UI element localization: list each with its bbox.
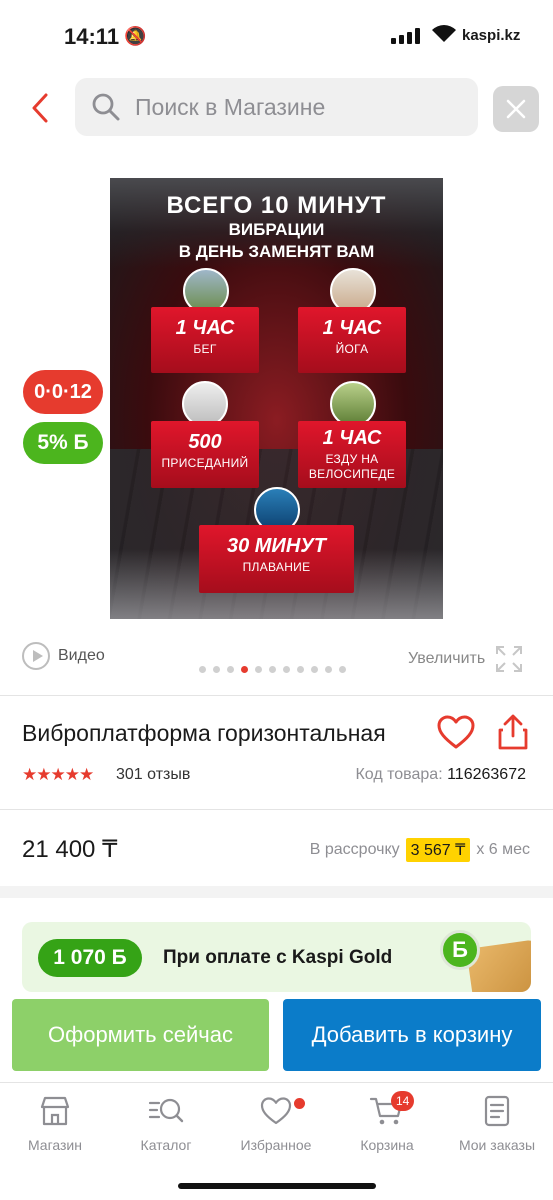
zoom-button[interactable]: Увеличить (408, 645, 523, 673)
carousel-dot[interactable] (283, 666, 290, 673)
chevron-left-icon (32, 93, 48, 123)
carousel-indicator (199, 666, 346, 673)
store-icon (40, 1096, 70, 1126)
tab-orders-label: Мои заказы (458, 1137, 536, 1153)
wifi-icon (430, 24, 458, 49)
product-code-label: Код товара: (355, 766, 443, 783)
cart-count-badge: 14 (391, 1091, 415, 1111)
installment-term: х 6 мес (476, 841, 530, 858)
carousel-dot[interactable] (269, 666, 276, 673)
installment-info: В рассрочку 3 567 ₸ х 6 мес (310, 838, 530, 862)
clear-search-button[interactable] (493, 86, 539, 132)
bonus-percent-badge: 5% Б (23, 422, 103, 464)
carousel-dot[interactable] (213, 666, 220, 673)
product-title: Виброплатформа горизонтальная (22, 720, 386, 746)
kaspi-gold-banner[interactable]: 1 070 Б При оплате с Kaspi Gold Б (22, 922, 531, 992)
bonus-amount-badge: 1 070 Б (38, 939, 142, 977)
heart-outline-icon (260, 1097, 292, 1125)
tab-shop-label: Магазин (27, 1137, 82, 1153)
tile-cycling: 1 ЧАС ЕЗДУ НА ВЕЛОСИПЕДЕ (298, 421, 406, 488)
carousel-dot[interactable] (297, 666, 304, 673)
divider (0, 809, 553, 810)
search-input[interactable]: Поиск в Магазине (75, 78, 478, 136)
buy-now-button[interactable]: Оформить сейчас (12, 999, 269, 1071)
tile-running-label: БЕГ (193, 342, 217, 356)
tile-yoga: 1 ЧАС ЙОГА (298, 307, 406, 373)
tile-squats: 500 ПРИСЕДАНИЙ (151, 421, 259, 488)
tab-cart[interactable]: 14 Корзина (337, 1091, 437, 1153)
tab-orders[interactable]: Мои заказы (447, 1095, 547, 1153)
kaspi-gold-text: При оплате с Kaspi Gold (163, 947, 393, 968)
product-code-value: 116263672 (447, 766, 526, 783)
status-bar: 14:11 🔕 kaspi.kz (0, 0, 553, 70)
carousel-dot[interactable] (339, 666, 346, 673)
share-icon (498, 714, 528, 750)
tab-favorites-label: Избранное (240, 1137, 312, 1153)
search-icon (92, 93, 120, 121)
heart-icon (437, 715, 475, 749)
installment-label: В рассрочку (309, 841, 400, 858)
installment-amount: 3 567 ₸ (405, 838, 471, 862)
add-to-cart-button[interactable]: Добавить в корзину (283, 999, 541, 1071)
reviews-link[interactable]: 301 отзыв (116, 766, 190, 784)
carousel-dot[interactable] (199, 666, 206, 673)
cellular-signal-icon (391, 28, 420, 44)
tile-yoga-label: ЙОГА (335, 342, 369, 356)
product-code: Код товара: 116263672 (355, 766, 526, 784)
status-domain: kaspi.kz (462, 27, 521, 44)
tab-favorites[interactable]: Избранное (226, 1095, 326, 1153)
tile-cycling-label: ЕЗДУ НА ВЕЛОСИПЕДЕ (308, 452, 396, 481)
video-button[interactable]: Видео (22, 642, 105, 670)
tile-running-value: 1 ЧАС (175, 317, 235, 339)
rating-stars: ★★★★★ (22, 765, 94, 784)
favorite-button[interactable] (436, 713, 476, 753)
tab-catalog-label: Каталог (140, 1137, 192, 1153)
divider (0, 695, 553, 696)
carousel-dot[interactable] (227, 666, 234, 673)
product-image[interactable]: ВСЕГО 10 МИНУТ ВИБРАЦИИ В ДЕНЬ ЗАМЕНЯТ В… (110, 178, 443, 619)
close-icon (506, 99, 526, 119)
tile-yoga-value: 1 ЧАС (322, 317, 382, 339)
expand-icon (496, 646, 523, 672)
tile-squats-value: 500 (188, 431, 222, 453)
back-button[interactable] (26, 88, 56, 128)
image-headline: ВСЕГО 10 МИНУТ (166, 192, 387, 219)
share-button[interactable] (496, 713, 530, 751)
tab-catalog[interactable]: Каталог (116, 1095, 216, 1153)
orders-list-icon (484, 1095, 510, 1127)
tile-swimming-label: ПЛАВАНИЕ (242, 560, 311, 574)
carousel-dot[interactable] (255, 666, 262, 673)
section-divider (0, 886, 553, 898)
tab-shop[interactable]: Магазин (5, 1095, 105, 1153)
tile-cycling-value: 1 ЧАС (322, 427, 382, 449)
tile-running: 1 ЧАС БЕГ (151, 307, 259, 373)
tile-squats-label: ПРИСЕДАНИЙ (161, 456, 249, 470)
tab-cart-label: Корзина (360, 1137, 414, 1153)
promo-timer-badge: 0·0·12 (23, 370, 103, 414)
carousel-dot[interactable] (311, 666, 318, 673)
carousel-dot[interactable] (325, 666, 332, 673)
status-time: 14:11 (64, 24, 120, 49)
carousel-dot[interactable] (241, 666, 248, 673)
image-subline-2: В ДЕНЬ ЗАМЕНЯТ ВАМ (178, 242, 375, 261)
product-price: 21 400 ₸ (22, 836, 118, 863)
bell-muted-icon: 🔕 (124, 26, 147, 46)
video-label: Видео (58, 647, 105, 664)
favorites-notification-dot (294, 1098, 305, 1109)
search-header: Поиск в Магазине (0, 78, 553, 138)
tile-swimming: 30 МИНУТ ПЛАВАНИЕ (199, 525, 354, 593)
bonus-coin-icon: Б (440, 930, 480, 970)
catalog-search-icon (148, 1098, 184, 1123)
tile-swimming-value: 30 МИНУТ (226, 535, 327, 557)
zoom-label: Увеличить (408, 650, 486, 667)
play-icon (22, 642, 50, 670)
search-placeholder: Поиск в Магазине (135, 93, 326, 120)
home-indicator (178, 1183, 376, 1189)
image-subline-1: ВИБРАЦИИ (228, 220, 325, 239)
